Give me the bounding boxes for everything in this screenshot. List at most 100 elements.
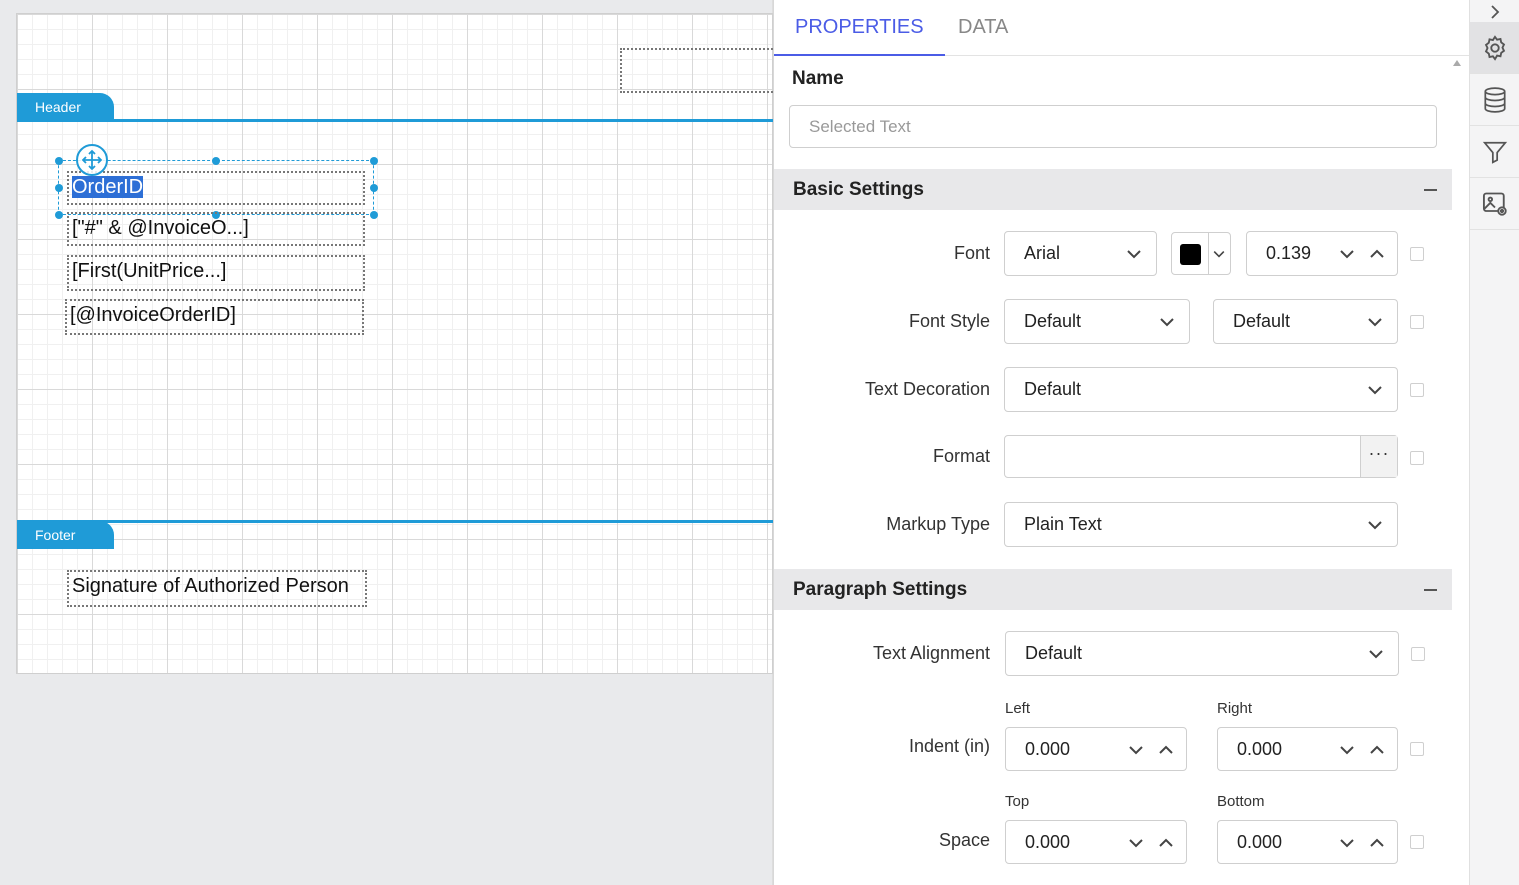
text-alignment-label: Text Alignment <box>872 643 990 663</box>
order-id-field[interactable]: OrderID <box>67 171 365 205</box>
chevron-down-icon[interactable] <box>1126 740 1146 760</box>
first-unitprice-field[interactable]: [First(UnitPrice...] <box>67 255 365 291</box>
chevron-down-icon[interactable] <box>1126 833 1146 853</box>
resize-handle-br[interactable] <box>370 211 378 219</box>
signature-field[interactable]: Signature of Authorized Person <box>67 570 367 607</box>
markup-type-dropdown[interactable]: Plain Text <box>1004 502 1398 547</box>
font-checkbox[interactable] <box>1410 247 1424 261</box>
invoice-order-id-field[interactable]: [@InvoiceOrderID] <box>65 299 364 335</box>
font-label: Font <box>953 243 990 263</box>
chevron-up-icon[interactable] <box>1367 740 1387 760</box>
resize-handle-tl[interactable] <box>55 157 63 165</box>
text-alignment-checkbox[interactable] <box>1411 647 1425 661</box>
gear-icon <box>1484 34 1506 61</box>
space-top-stepper[interactable]: 0.000 <box>1005 820 1187 864</box>
properties-panel: PROPERTIES DATA Name Selected Text Basic… <box>773 0 1469 885</box>
right-icon-rail <box>1469 0 1519 885</box>
footer-band-tab[interactable]: Footer <box>17 521 114 549</box>
basic-settings-header[interactable]: Basic Settings <box>774 169 1452 210</box>
tab-properties[interactable]: PROPERTIES <box>774 0 945 56</box>
chevron-up-icon[interactable] <box>1156 833 1176 853</box>
markup-type-label: Markup Type <box>886 514 990 534</box>
font-weight-dropdown[interactable]: Default <box>1213 299 1398 344</box>
text-decoration-dropdown[interactable]: Default <box>1004 367 1398 412</box>
font-style-value: Default <box>1024 311 1082 331</box>
space-label: Space <box>938 830 990 850</box>
chevron-down-icon <box>1160 318 1174 327</box>
chevron-up-icon[interactable] <box>1367 244 1387 264</box>
chevron-right-icon[interactable] <box>1485 2 1505 22</box>
text-decoration-label: Text Decoration <box>864 379 990 399</box>
resize-handle-mr[interactable] <box>370 184 378 192</box>
font-size-stepper[interactable]: 0.139 <box>1246 231 1398 276</box>
text-decoration-checkbox[interactable] <box>1410 383 1424 397</box>
space-bottom-value: 0.000 <box>1237 832 1283 852</box>
indent-left-value: 0.000 <box>1025 739 1071 759</box>
resize-handle-bl[interactable] <box>55 211 63 219</box>
indent-right-value: 0.000 <box>1237 739 1283 759</box>
resize-handle-ml[interactable] <box>55 184 63 192</box>
name-label: Name <box>792 68 844 89</box>
rail-image-settings[interactable] <box>1470 178 1519 230</box>
font-style-checkbox[interactable] <box>1410 315 1424 329</box>
basic-settings-title: Basic Settings <box>793 179 924 200</box>
rail-properties[interactable] <box>1470 22 1519 74</box>
font-family-value: Arial <box>1024 243 1061 263</box>
font-style-label: Font Style <box>908 311 990 331</box>
font-color-picker[interactable] <box>1171 232 1231 275</box>
markup-type-value: Plain Text <box>1024 514 1102 534</box>
chevron-down-icon[interactable] <box>1337 244 1357 264</box>
invoice-expression-field[interactable]: ["#" & @InvoiceO...] <box>67 212 365 246</box>
design-canvas[interactable]: Header OrderID ["#" & @InvoiceO...] [Fir… <box>0 0 780 885</box>
chevron-down-icon[interactable] <box>1337 833 1357 853</box>
indent-left-stepper[interactable]: 0.000 <box>1005 727 1187 771</box>
chevron-down-icon <box>1127 250 1141 259</box>
text-decoration-value: Default <box>1024 379 1082 399</box>
format-checkbox[interactable] <box>1410 451 1424 465</box>
resize-handle-tr[interactable] <box>370 157 378 165</box>
indent-right-label: Right <box>1217 700 1253 717</box>
paragraph-settings-header[interactable]: Paragraph Settings <box>774 569 1452 610</box>
chevron-down-icon <box>1368 521 1382 530</box>
format-ellipsis-button[interactable]: ··· <box>1360 436 1397 477</box>
move-handle-icon[interactable] <box>76 144 108 176</box>
name-input[interactable]: Selected Text <box>789 105 1437 148</box>
font-weight-value: Default <box>1233 311 1291 331</box>
indent-right-stepper[interactable]: 0.000 <box>1217 727 1398 771</box>
color-swatch <box>1180 244 1201 265</box>
space-top-label: Top <box>1005 793 1030 810</box>
tab-data[interactable]: DATA <box>937 0 1029 56</box>
space-bottom-stepper[interactable]: 0.000 <box>1217 820 1398 864</box>
indent-label: Indent (in) <box>908 736 990 756</box>
collapse-icon[interactable] <box>1424 589 1437 591</box>
header-band-tab[interactable]: Header <box>17 93 114 121</box>
font-size-value: 0.139 <box>1266 243 1312 263</box>
indent-checkbox[interactable] <box>1410 742 1424 756</box>
footer-band-line <box>17 520 774 523</box>
collapse-icon[interactable] <box>1424 189 1437 191</box>
filter-icon <box>1482 141 1508 164</box>
resize-handle-tm[interactable] <box>212 157 220 165</box>
paragraph-settings-title: Paragraph Settings <box>793 579 968 600</box>
rail-filter[interactable] <box>1470 126 1519 178</box>
image-settings-icon <box>1482 192 1507 216</box>
chevron-down-icon <box>1369 650 1383 659</box>
scroll-up-icon[interactable] <box>1453 60 1461 66</box>
text-alignment-dropdown[interactable]: Default <box>1005 631 1399 676</box>
space-bottom-label: Bottom <box>1217 793 1265 810</box>
page-header-item[interactable] <box>620 48 780 93</box>
chevron-down-icon <box>1368 386 1382 395</box>
chevron-up-icon[interactable] <box>1367 833 1387 853</box>
space-top-value: 0.000 <box>1025 832 1071 852</box>
font-style-dropdown[interactable]: Default <box>1004 299 1190 344</box>
chevron-down-icon[interactable] <box>1337 740 1357 760</box>
format-input[interactable]: ··· <box>1004 435 1398 478</box>
header-band-line <box>17 119 774 122</box>
chevron-up-icon[interactable] <box>1156 740 1176 760</box>
space-checkbox[interactable] <box>1410 835 1424 849</box>
rail-data[interactable] <box>1470 74 1519 126</box>
report-page[interactable]: Header OrderID ["#" & @InvoiceO...] [Fir… <box>16 13 780 674</box>
font-family-dropdown[interactable]: Arial <box>1004 231 1157 276</box>
format-label: Format <box>932 446 990 466</box>
chevron-down-icon <box>1213 251 1225 258</box>
